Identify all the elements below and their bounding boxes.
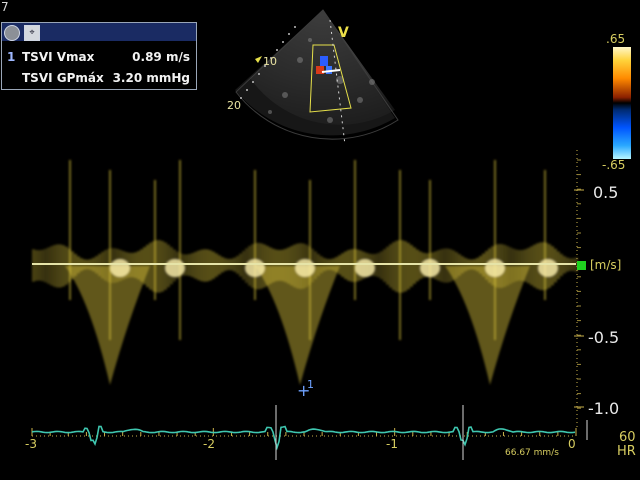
spectrum-band	[41, 249, 44, 282]
spectrum-band	[35, 250, 38, 281]
color-scale-max: .65	[606, 32, 626, 46]
sweep-speed: 66.67 mm/s	[505, 448, 559, 458]
time-tick-label: 0	[568, 437, 576, 451]
depth-label: 20	[227, 99, 241, 112]
spectrum-band	[197, 250, 200, 281]
spectrum-band	[392, 242, 395, 291]
velocity-tick-label: -1.0	[588, 399, 620, 418]
orientation-marker: V	[338, 25, 349, 41]
spectrum-band	[410, 245, 413, 287]
spectrum-band	[56, 244, 59, 288]
time-tick-label: -2	[203, 437, 215, 451]
time-tick-label: -3	[25, 437, 37, 451]
spectrum-bright-spot	[355, 259, 375, 277]
spectrum-band	[527, 247, 530, 284]
color-flow-blue	[320, 56, 328, 66]
spectrum-bright-spot	[538, 259, 558, 277]
velocity-axis	[574, 150, 584, 430]
spectrum-band	[161, 240, 164, 292]
spectrum-band	[416, 249, 419, 282]
spectrum-band	[404, 241, 407, 292]
spectrum-band	[347, 250, 350, 281]
spectrum-band	[38, 250, 41, 281]
spectrum-band	[341, 253, 344, 277]
spectrum-band	[446, 248, 449, 283]
spectrum-band	[44, 248, 47, 283]
color-velocity-scale	[613, 47, 631, 159]
spectrum-band	[350, 249, 353, 282]
sector-image	[235, 9, 399, 146]
doppler-spectrum	[32, 160, 578, 385]
spectrum-bright-spot	[485, 259, 505, 277]
spectrum-band	[212, 251, 215, 279]
spectrum-bright-spot	[245, 259, 265, 277]
spectrum-band	[50, 246, 53, 286]
spectrum-band	[443, 248, 446, 283]
systolic-envelope	[445, 266, 530, 385]
spectrum-bright-spot	[165, 259, 185, 277]
spectrum-band	[239, 253, 242, 277]
depth-label: 10	[263, 55, 277, 68]
spectrum-band	[440, 249, 443, 282]
spectrum-band	[53, 245, 56, 287]
ecg-trace	[31, 425, 576, 451]
spectrum-bright-spot	[420, 259, 440, 277]
spectrum-band	[146, 244, 149, 288]
spectrum-band	[389, 244, 392, 288]
spectrum-band	[377, 252, 380, 278]
time-tick-label: -1	[386, 437, 398, 451]
systolic-envelope	[255, 266, 340, 385]
spectrum-band	[203, 249, 206, 282]
heart-rate-value: 60	[619, 430, 636, 445]
spectrum-band	[395, 240, 398, 292]
spectrum-band	[65, 246, 68, 285]
spectrum-band	[383, 249, 386, 282]
spectrum-band	[449, 249, 452, 282]
spectrum-band	[530, 246, 533, 286]
doppler-display	[31, 9, 588, 460]
spectrum-band	[407, 242, 410, 290]
spectrum-band	[242, 250, 245, 280]
spectrum-band	[560, 253, 563, 277]
color-scale-min: -.65	[602, 158, 626, 172]
spectrum-band	[380, 251, 383, 280]
spectrum-band	[191, 253, 194, 278]
spectrum-band	[386, 246, 389, 285]
spectrum-band	[194, 251, 197, 279]
spectrum-band	[200, 249, 203, 282]
spectrum-bright-spot	[295, 259, 315, 277]
velocity-tick-label: -0.5	[588, 328, 620, 347]
systolic-envelope	[65, 266, 150, 385]
spectrum-band	[32, 249, 35, 282]
spectrum-band	[401, 240, 404, 293]
spectrum-band	[209, 250, 212, 281]
spectrum-band	[62, 245, 65, 287]
spectrum-bright-spot	[110, 259, 130, 277]
spectrum-band	[374, 253, 377, 277]
velocity-unit: [m/s]	[590, 258, 622, 272]
heart-rate-unit: HR	[617, 444, 636, 459]
measurement-cursor-index: 1	[307, 378, 314, 391]
spectrum-band	[413, 247, 416, 284]
spectrum-band	[344, 251, 347, 280]
focus-marker-icon	[255, 56, 262, 63]
velocity-tick-label: 0.5	[593, 183, 619, 202]
spectrum-band	[59, 244, 62, 288]
spectrum-band	[158, 240, 161, 293]
spectrum-band	[215, 253, 218, 277]
spectrum-band	[206, 249, 209, 282]
spectrum-band	[47, 247, 50, 284]
spectrum-band	[533, 244, 536, 288]
baseline-handle[interactable]	[577, 261, 586, 270]
